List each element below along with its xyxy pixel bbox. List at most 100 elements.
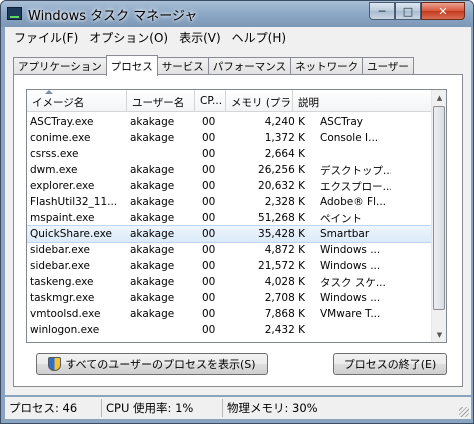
process-rows: ASCTray.exe akakage 00 4,240 K ASCTray conime… (27, 114, 434, 338)
status-process-count: プロセス: 46 (5, 399, 102, 417)
process-image-name: dwm.exe (30, 164, 78, 176)
process-row[interactable]: FlashUtil32_11... akakage 00 2,328 K Adobe® … (27, 194, 433, 210)
process-row[interactable]: QuickShare.exe akakage 00 35,428 K Smartbar (27, 225, 434, 243)
menu-options[interactable]: オプション(O) (84, 29, 173, 46)
process-cpu: 00 (202, 180, 216, 192)
scroll-down-icon[interactable]: ▼ (432, 327, 446, 342)
menu-file[interactable]: ファイル(F) (9, 29, 83, 46)
process-cpu: 00 (202, 244, 216, 256)
maximize-button[interactable]: □ (395, 2, 421, 20)
tab-processes[interactable]: プロセス (105, 55, 158, 76)
title-bar[interactable]: Windows タスク マネージャ ─ □ ✕ (1, 1, 473, 27)
process-description: Windows ... (320, 244, 381, 256)
vertical-scrollbar[interactable]: ▲ ▼ (431, 90, 446, 342)
status-bar: プロセス: 46 CPU 使用率: 1% 物理メモリ: 30% (5, 397, 471, 419)
task-manager-window: Windows タスク マネージャ ─ □ ✕ ファイル(F) オプション(O)… (0, 0, 474, 424)
process-image-name: sidebar.exe (30, 244, 90, 256)
process-row[interactable]: explorer.exe akakage 00 20,632 K エクスプロー... (27, 178, 433, 194)
process-cpu: 00 (202, 228, 216, 240)
column-description[interactable]: 説明 (293, 90, 433, 112)
close-button[interactable]: ✕ (421, 2, 465, 20)
process-memory: 51,268 K (258, 212, 305, 224)
process-row[interactable]: dwm.exe akakage 00 26,256 K デスクトップ... (27, 162, 433, 178)
process-image-name: winlogon.exe (30, 324, 100, 336)
process-description: ペイント (320, 212, 362, 225)
process-memory: 1,372 K (264, 132, 305, 144)
process-cpu: 00 (202, 132, 216, 144)
process-memory: 20,632 K (258, 180, 305, 192)
process-description: Windows ... (320, 260, 381, 272)
process-image-name: sidebar.exe (30, 260, 90, 272)
process-list[interactable]: イメージ名 ユーザー名 CP... メモリ (プラ... 説明 ASCTray.… (26, 89, 447, 343)
column-user-name[interactable]: ユーザー名 (127, 90, 195, 112)
tab-services[interactable]: サービス (156, 57, 209, 75)
process-user-name: akakage (130, 116, 175, 128)
process-image-name: explorer.exe (30, 180, 95, 192)
process-cpu: 00 (202, 260, 216, 272)
process-image-name: csrss.exe (30, 148, 79, 160)
process-row[interactable]: ASCTray.exe akakage 00 4,240 K ASCTray (27, 114, 433, 130)
process-cpu: 00 (202, 196, 216, 208)
process-memory: 2,328 K (264, 196, 305, 208)
uac-shield-icon (48, 357, 62, 371)
process-memory: 4,240 K (264, 116, 305, 128)
column-memory[interactable]: メモリ (プラ... (226, 90, 293, 112)
process-memory: 4,872 K (264, 244, 305, 256)
process-user-name: akakage (130, 276, 175, 288)
show-all-users-processes-label: すべてのユーザーのプロセスを表示(S) (65, 358, 256, 371)
process-description: タスク スケ... (320, 276, 386, 289)
status-physical-memory: 物理メモリ: 30% (227, 401, 318, 415)
process-user-name: akakage (130, 164, 175, 176)
process-image-name: conime.exe (30, 132, 91, 144)
column-image-name[interactable]: イメージ名 (27, 90, 127, 112)
process-description: Smartbar (320, 228, 370, 240)
process-image-name: taskmgr.exe (30, 292, 95, 304)
process-memory: 21,572 K (258, 260, 305, 272)
column-cpu[interactable]: CP... (195, 90, 226, 112)
show-all-users-processes-button[interactable]: すべてのユーザーのプロセスを表示(S) (36, 353, 268, 375)
process-image-name: ASCTray.exe (30, 116, 94, 128)
process-row[interactable]: csrss.exe 00 2,664 K (27, 146, 433, 162)
process-cpu: 00 (202, 308, 216, 320)
scrollbar-thumb[interactable] (433, 106, 445, 310)
process-description: Console I... (320, 132, 379, 144)
tab-strip: アプリケーション プロセス サービス パフォーマンス ネットワーク ユーザー (13, 55, 414, 76)
menu-view[interactable]: 表示(V) (174, 29, 226, 46)
tab-performance[interactable]: パフォーマンス (207, 57, 292, 75)
resize-grip[interactable] (459, 407, 469, 417)
tab-users[interactable]: ユーザー (362, 57, 414, 75)
status-cpu-usage: CPU 使用率: 1% (102, 399, 223, 417)
process-row[interactable]: taskmgr.exe akakage 00 2,708 K Windows ... (27, 290, 433, 306)
process-cpu: 00 (202, 212, 216, 224)
process-memory: 35,428 K (258, 228, 305, 240)
process-memory: 2,432 K (264, 324, 305, 336)
process-row[interactable]: conime.exe akakage 00 1,372 K Console I... (27, 130, 433, 146)
window-title: Windows タスク マネージャ (28, 9, 198, 24)
process-description: Adobe® Fl... (320, 196, 387, 208)
process-description: ASCTray (320, 116, 364, 128)
process-row[interactable]: taskeng.exe akakage 00 4,028 K タスク スケ... (27, 274, 433, 290)
process-memory: 2,664 K (264, 148, 305, 160)
process-row[interactable]: mspaint.exe akakage 00 51,268 K ペイント (27, 210, 433, 226)
tab-networking[interactable]: ネットワーク (290, 57, 364, 75)
menu-help[interactable]: ヘルプ(H) (227, 29, 291, 46)
maximize-icon: □ (402, 4, 414, 18)
process-row[interactable]: sidebar.exe akakage 00 4,872 K Windows ... (27, 242, 433, 258)
end-process-button[interactable]: プロセスの終了(E) (333, 353, 447, 375)
scroll-up-icon[interactable]: ▲ (432, 90, 446, 105)
process-user-name: akakage (130, 292, 175, 304)
process-image-name: FlashUtil32_11... (30, 196, 118, 208)
process-user-name: akakage (130, 132, 175, 144)
client-area: アプリケーション プロセス サービス パフォーマンス ネットワーク ユーザー イ… (5, 47, 471, 395)
process-user-name: akakage (130, 244, 175, 256)
process-image-name: mspaint.exe (30, 212, 95, 224)
task-manager-app-icon (7, 7, 22, 20)
process-row[interactable]: vmtoolsd.exe akakage 00 7,868 K VMware T... (27, 306, 433, 322)
close-icon: ✕ (438, 4, 448, 18)
process-row[interactable]: winlogon.exe 00 2,432 K (27, 322, 433, 338)
minimize-button[interactable]: ─ (369, 2, 395, 20)
process-user-name: akakage (130, 228, 175, 240)
tab-applications[interactable]: アプリケーション (13, 57, 107, 75)
process-cpu: 00 (202, 148, 216, 160)
process-row[interactable]: sidebar.exe akakage 00 21,572 K Windows ... (27, 258, 433, 274)
